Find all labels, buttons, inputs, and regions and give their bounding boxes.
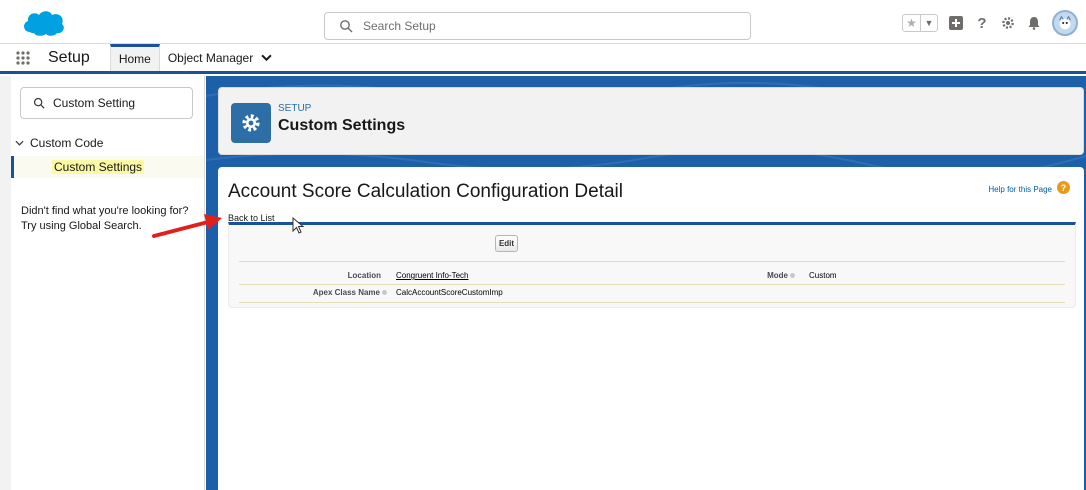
tab-home[interactable]: Home xyxy=(109,44,160,71)
app-name: Setup xyxy=(48,48,90,66)
location-value-link[interactable]: Congruent Info-Tech xyxy=(396,271,469,280)
tab-home-label: Home xyxy=(118,52,151,66)
quick-find-value: Custom Setting xyxy=(53,96,136,110)
setup-sidebar: Custom Setting Custom Code Custom Settin… xyxy=(11,76,205,490)
global-header: Search Setup ★ ▼ ? xyxy=(0,0,1086,44)
left-rail xyxy=(0,76,11,490)
location-label-text: Location xyxy=(347,271,381,280)
tree-node-custom-code[interactable]: Custom Code xyxy=(15,136,103,150)
setup-eyebrow: SETUP xyxy=(278,103,312,114)
user-avatar[interactable] xyxy=(1052,10,1078,36)
search-placeholder: Search Setup xyxy=(363,19,436,33)
global-actions-icon[interactable] xyxy=(948,15,964,31)
app-launcher-icon[interactable] xyxy=(0,44,46,71)
apex-class-value: CalcAccountScoreCustomImp xyxy=(396,288,503,297)
search-icon xyxy=(340,20,353,33)
mode-value: Custom xyxy=(809,271,837,280)
favorite-star-icon[interactable]: ★ xyxy=(903,15,920,31)
help-for-page-link[interactable]: Help for this Page xyxy=(988,185,1052,194)
info-icon[interactable] xyxy=(382,290,387,296)
notifications-bell-icon[interactable] xyxy=(1026,15,1042,31)
favorites-dropdown-icon[interactable]: ▼ xyxy=(920,15,937,31)
header-tools: ★ ▼ ? xyxy=(902,8,1078,38)
global-search-input[interactable]: Search Setup xyxy=(324,12,751,40)
location-label: Location xyxy=(309,271,381,280)
tree-item-custom-settings[interactable]: Custom Settings xyxy=(11,156,204,178)
mode-label-text: Mode xyxy=(767,271,788,280)
chevron-down-icon[interactable] xyxy=(261,52,272,64)
tree-item-label: Custom Settings xyxy=(52,160,145,174)
apex-class-label-text: Apex Class Name xyxy=(312,288,380,297)
help-badge-icon[interactable]: ? xyxy=(1057,181,1070,194)
page-title: Custom Settings xyxy=(278,117,406,134)
annotation-arrow xyxy=(152,214,222,238)
chevron-down-icon[interactable] xyxy=(15,138,24,148)
setup-gear-icon[interactable] xyxy=(1000,15,1016,31)
detail-block: Edit Location Congruent Info-Tech Mode C… xyxy=(228,222,1076,308)
setup-header-card: SETUP Custom Settings xyxy=(218,87,1084,155)
info-icon[interactable] xyxy=(790,273,795,279)
detail-card: Account Score Calculation Configuration … xyxy=(218,167,1084,490)
app-nav-bar: Setup Home Object Manager xyxy=(0,44,1086,74)
help-icon[interactable]: ? xyxy=(974,15,990,32)
tab-object-manager-label: Object Manager xyxy=(167,50,254,65)
favorites-group: ★ ▼ xyxy=(902,14,938,32)
edit-button[interactable]: Edit xyxy=(495,235,518,252)
search-icon xyxy=(33,97,45,109)
mouse-cursor-icon xyxy=(292,217,305,234)
divider xyxy=(239,261,1065,262)
mode-label: Mode xyxy=(729,271,795,280)
quick-find-input[interactable]: Custom Setting xyxy=(20,87,193,119)
tab-object-manager[interactable]: Object Manager xyxy=(160,44,280,71)
apex-class-label: Apex Class Name xyxy=(269,288,387,297)
tree-node-label: Custom Code xyxy=(30,136,104,150)
divider xyxy=(239,284,1065,285)
detail-title: Account Score Calculation Configuration … xyxy=(228,181,623,202)
divider xyxy=(239,302,1065,303)
setup-gear-icon xyxy=(231,103,271,143)
salesforce-logo[interactable] xyxy=(20,8,66,38)
